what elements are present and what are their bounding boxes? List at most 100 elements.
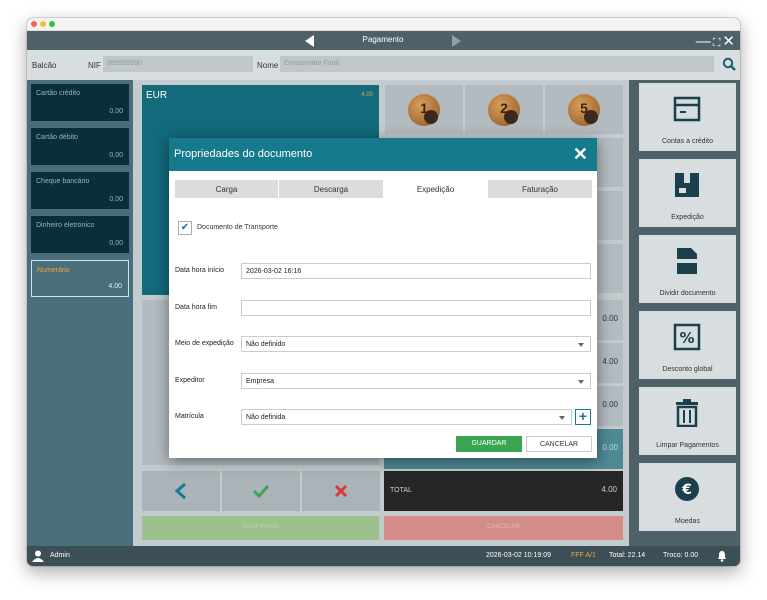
currency-amount: 4.00 <box>361 92 373 98</box>
nome-field[interactable]: Consumidor Final <box>280 56 714 72</box>
status-total: Total: 22.14 <box>609 552 646 559</box>
cancel-button[interactable]: CANCELAR <box>526 436 592 452</box>
invoice-icon <box>673 96 701 122</box>
add-matricula-button[interactable]: + <box>575 409 591 425</box>
coin-button-5[interactable]: 5 <box>545 85 623 134</box>
limpar-pagamentos-button[interactable]: Limpar Pagamentos <box>639 387 736 455</box>
expeditor-label: Expeditor <box>175 377 205 384</box>
percent-icon: % <box>673 323 701 351</box>
start-datetime-label: Data hora início <box>175 267 225 274</box>
moedas-button[interactable]: € Moedas <box>639 463 736 531</box>
customer-bar: Balcão NIF 999999990 Nome Consumidor Fin… <box>27 50 740 80</box>
coin-button-1[interactable]: 1 <box>385 85 463 134</box>
status-troco: Troco: 0.00 <box>663 552 699 559</box>
start-datetime-field[interactable]: 2026-03-02 16:16 <box>241 263 591 279</box>
close-icon[interactable]: ✕ <box>573 144 588 165</box>
amount-value: 0.00 <box>602 400 618 409</box>
trash-icon <box>676 399 698 427</box>
search-icon[interactable] <box>722 57 736 71</box>
button-label: Moedas <box>675 518 700 525</box>
remove-button[interactable] <box>302 471 380 511</box>
chevron-left-icon <box>174 482 186 500</box>
matricula-select[interactable]: Não definida <box>241 409 572 425</box>
coin-button-2[interactable]: 2 <box>465 85 543 134</box>
next-arrow-icon[interactable] <box>452 35 461 47</box>
expedicao-button[interactable]: Expedição <box>639 159 736 227</box>
save-button[interactable]: GUARDAR <box>456 436 522 452</box>
payment-method-cash[interactable]: Numerário 4.00 <box>31 260 129 297</box>
document-properties-dialog: Propriedades do documento ✕ Carga Descar… <box>169 138 597 458</box>
svg-text:€: € <box>681 482 692 498</box>
coin-icon: 2 <box>488 94 520 126</box>
user-icon <box>32 550 44 562</box>
chevron-down-icon <box>578 380 584 384</box>
cancel-payment-button[interactable]: CANCELAR <box>384 516 623 540</box>
tab-expedicao[interactable]: Expedição <box>384 180 487 198</box>
chevron-down-icon <box>578 343 584 347</box>
payment-method-amount: 0.00 <box>109 240 123 247</box>
expeditor-select[interactable]: Empresa <box>241 373 591 389</box>
expeditor-value: Empresa <box>246 378 275 385</box>
end-datetime-field[interactable] <box>241 300 591 316</box>
accept-button[interactable] <box>222 471 300 511</box>
back-button[interactable] <box>142 471 220 511</box>
tab-carga[interactable]: Carga <box>175 180 278 198</box>
payment-method-name: Numerário <box>37 267 70 274</box>
payment-method-electronic-money[interactable]: Dinheiro eletrónico 0.00 <box>31 216 129 253</box>
total-box: TOTAL 4.00 <box>384 471 623 511</box>
status-user: Admin <box>50 552 70 559</box>
payment-method-name: Cartão débito <box>36 134 79 141</box>
documento-transporte-label: Documento de Transporte <box>197 224 278 231</box>
previous-arrow-icon[interactable] <box>305 35 314 47</box>
button-label: Dividir documento <box>659 290 716 297</box>
window-chrome <box>27 18 740 31</box>
payment-method-cheque[interactable]: Cheque bancário 0.00 <box>31 172 129 209</box>
amount-value: 4.00 <box>602 357 618 366</box>
close-icon[interactable]: ✕ <box>722 33 737 50</box>
payment-method-name: Cheque bancário <box>36 178 90 185</box>
payment-method-name: Dinheiro eletrónico <box>36 222 95 229</box>
amount-value: 0.00 <box>602 443 618 452</box>
matricula-value: Não definida <box>246 414 286 421</box>
total-value: 4.00 <box>601 485 617 494</box>
nif-field[interactable]: 999999990 <box>103 56 253 72</box>
tab-descarga[interactable]: Descarga <box>279 180 383 198</box>
minimize-icon[interactable]: — <box>696 33 713 50</box>
status-datetime: 2026-03-02 10:19:09 <box>486 552 551 559</box>
actions-sidebar: Contas a crédito Expedição Dividir docum… <box>629 80 740 546</box>
meio-expedicao-label: Meio de expedição <box>175 340 234 347</box>
payment-method-credit-card[interactable]: Cartão crédito 0.00 <box>31 84 129 121</box>
payment-method-amount: 0.00 <box>109 108 123 115</box>
payment-method-amount: 0.00 <box>109 152 123 159</box>
documento-transporte-checkbox[interactable]: ✔ <box>178 221 192 235</box>
fullscreen-icon[interactable]: ⛶ <box>713 37 723 49</box>
payment-method-amount: 4.00 <box>108 283 122 290</box>
confirm-button[interactable]: CONFIRMAR <box>142 516 379 540</box>
dividir-documento-button[interactable]: Dividir documento <box>639 235 736 303</box>
split-document-icon <box>677 248 697 274</box>
currency-code: EUR <box>146 90 168 101</box>
payment-method-debit-card[interactable]: Cartão débito 0.00 <box>31 128 129 165</box>
payment-methods-panel: Cartão crédito 0.00 Cartão débito 0.00 C… <box>27 80 133 546</box>
euro-icon: € <box>675 477 699 501</box>
status-document: FFF A/1 <box>571 552 596 559</box>
payment-method-name: Cartão crédito <box>36 90 80 97</box>
zoom-traffic-light[interactable] <box>49 21 55 27</box>
bell-icon[interactable] <box>717 550 727 562</box>
nome-label: Nome <box>257 61 279 70</box>
dialog-header: Propriedades do documento ✕ <box>169 138 597 171</box>
payment-method-amount: 0.00 <box>109 196 123 203</box>
amount-value: 0.00 <box>602 314 618 323</box>
button-label: Expedição <box>671 214 704 221</box>
meio-expedicao-select[interactable]: Não definido <box>241 336 591 352</box>
tab-faturacao[interactable]: Faturação <box>488 180 592 198</box>
close-traffic-light[interactable] <box>31 21 37 27</box>
x-icon <box>334 484 348 498</box>
top-bar: Pagamento —⛶✕ <box>27 31 740 50</box>
minimize-traffic-light[interactable] <box>40 21 46 27</box>
shipping-box-icon <box>675 173 699 197</box>
nif-label: NIF <box>88 61 101 70</box>
contas-a-credito-button[interactable]: Contas a crédito <box>639 83 736 151</box>
matricula-label: Matrícula <box>175 413 204 420</box>
desconto-global-button[interactable]: % Desconto global <box>639 311 736 379</box>
